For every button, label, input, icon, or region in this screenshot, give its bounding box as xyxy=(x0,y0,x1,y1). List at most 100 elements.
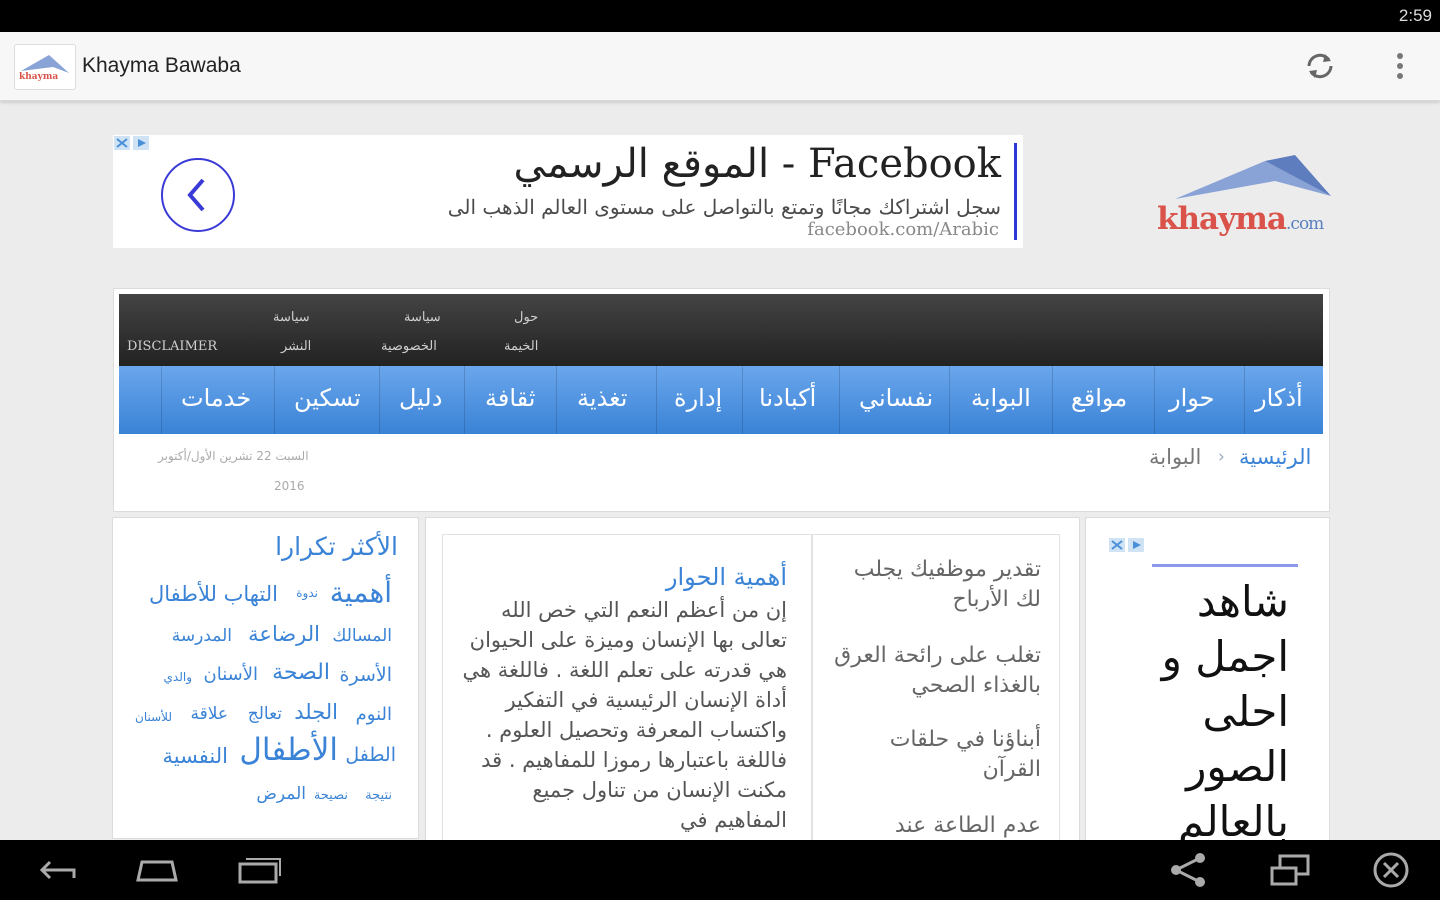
menu-item-nutrition[interactable]: تغذية xyxy=(577,384,627,412)
tag-link[interactable]: ندوة xyxy=(296,586,318,600)
list-item[interactable]: تقدير موظفيك يجلب لك الأرباح xyxy=(829,555,1041,615)
menu-item-management[interactable]: إدارة xyxy=(674,384,722,412)
breadcrumb-home[interactable]: الرئيسية xyxy=(1239,445,1311,469)
ad-arrow-button[interactable] xyxy=(161,158,235,232)
featured-article[interactable]: أهمية الحوار إن من أعظم النعم التي خص ال… xyxy=(442,534,812,840)
menu-separator xyxy=(1052,366,1053,434)
tag-link[interactable]: الرضاعة xyxy=(248,622,320,646)
menu-item-psych[interactable]: نفساني xyxy=(859,384,933,412)
home-icon[interactable] xyxy=(132,850,182,890)
menu-separator xyxy=(742,366,743,434)
list-item[interactable]: عدم الطاعة عند xyxy=(829,811,1041,840)
menu-item-akbaduna[interactable]: أكبادنا xyxy=(759,384,816,412)
tag-link[interactable]: الأطفال xyxy=(239,732,338,768)
top-link-publishing-line1[interactable]: سياسة xyxy=(273,310,310,325)
tag-link[interactable]: الطفل xyxy=(345,744,396,766)
site-header: حول الخيمة سياسة الخصوصية سياسة النشر DI… xyxy=(113,288,1330,512)
chevron-left-icon xyxy=(187,178,205,212)
tag-link[interactable]: تعالج xyxy=(248,704,282,724)
menu-item-culture[interactable]: ثقافة xyxy=(485,384,535,412)
menu-item-sedation[interactable]: تسكين xyxy=(294,384,361,412)
top-link-about-line2[interactable]: الخيمة xyxy=(504,339,538,354)
tag-link[interactable]: المسالك xyxy=(332,626,392,646)
back-icon[interactable] xyxy=(34,850,84,890)
ad-side-text[interactable]: شاهد اجمل و احلى الصور بالعالم xyxy=(1099,574,1289,840)
menu-separator xyxy=(1154,366,1155,434)
share-icon[interactable] xyxy=(1164,850,1214,890)
app-bar: khayma Khayma Bawaba xyxy=(0,32,1440,101)
web-content[interactable]: Facebook - الموقع الرسمي سجل اشتراكك مجا… xyxy=(0,101,1440,840)
menu-item-sites[interactable]: مواقع xyxy=(1071,384,1127,412)
menu-separator xyxy=(556,366,557,434)
screen-mirror-icon[interactable] xyxy=(1266,850,1316,890)
tag-link[interactable]: المدرسة xyxy=(172,626,232,646)
menu-item-portal[interactable]: البوابة xyxy=(971,384,1031,412)
list-item[interactable]: تغلب على رائحة العرق بالغذاء الصحي xyxy=(829,641,1041,701)
breadcrumb-separator: › xyxy=(1218,447,1225,467)
menu-separator xyxy=(161,366,162,434)
menu-separator xyxy=(464,366,465,434)
top-link-about-line1[interactable]: حول xyxy=(514,310,538,325)
khayma-logo[interactable]: khayma.com xyxy=(1155,151,1333,241)
ad-side[interactable]: شاهد اجمل و احلى الصور بالعالم xyxy=(1085,517,1330,840)
menu-item-guide[interactable]: دليل xyxy=(399,384,442,412)
overflow-menu-icon[interactable] xyxy=(1386,46,1414,86)
tag-link[interactable]: الأسرة xyxy=(340,664,392,686)
ad-side-accent xyxy=(1152,564,1298,567)
refresh-icon[interactable] xyxy=(1300,46,1340,86)
breadcrumb-current: البوابة xyxy=(1149,445,1202,469)
tag-link[interactable]: والدي xyxy=(164,670,192,684)
ad-description: سجل اشتراكك مجانًا وتمتع بالتواصل على مس… xyxy=(447,195,1001,219)
menu-item-dialogue[interactable]: حوار xyxy=(1169,384,1215,412)
most-repeated-title: الأكثر تكرارا xyxy=(275,532,398,561)
system-nav-bar xyxy=(0,840,1440,900)
tag-link[interactable]: الأسنان xyxy=(204,664,258,685)
tag-link[interactable]: أهمية xyxy=(330,576,392,609)
menu-separator xyxy=(1244,366,1245,434)
tent-logo-icon xyxy=(1175,155,1331,199)
list-item[interactable]: أبناؤنا في حلقات القرآن xyxy=(829,725,1041,785)
top-link-publishing-line2[interactable]: النشر xyxy=(281,339,311,354)
top-link-disclaimer[interactable]: DISCLAIMER xyxy=(127,339,217,354)
status-bar: 2:59 xyxy=(0,0,1440,32)
top-links-bar: حول الخيمة سياسة الخصوصية سياسة النشر DI… xyxy=(119,294,1323,366)
menu-separator xyxy=(949,366,950,434)
article-title[interactable]: أهمية الحوار xyxy=(666,563,787,591)
ad-url[interactable]: facebook.com/Arabic xyxy=(807,219,999,240)
menu-separator xyxy=(274,366,275,434)
menu-item-adhkar[interactable]: أذكار xyxy=(1255,384,1303,412)
top-link-privacy-line1[interactable]: سياسة xyxy=(404,310,441,325)
menu-separator xyxy=(379,366,380,434)
menu-item-services[interactable]: خدمات xyxy=(181,384,251,412)
ad-headline[interactable]: Facebook - الموقع الرسمي xyxy=(514,141,1001,187)
tag-link[interactable]: التهاب للأطفال xyxy=(149,582,278,606)
svg-text:khayma: khayma xyxy=(19,72,58,82)
ad-banner-facebook[interactable]: Facebook - الموقع الرسمي سجل اشتراكك مجا… xyxy=(113,135,1023,248)
status-time: 2:59 xyxy=(1398,6,1432,25)
recent-apps-icon[interactable] xyxy=(234,850,284,890)
adchoices-icon[interactable] xyxy=(1108,537,1146,553)
close-circle-icon[interactable] xyxy=(1366,850,1416,890)
app-title: Khayma Bawaba xyxy=(82,54,241,77)
tag-link[interactable]: الصحة xyxy=(272,660,330,685)
tag-link[interactable]: علاقة xyxy=(190,704,228,724)
top-link-privacy-line2[interactable]: الخصوصية xyxy=(381,339,437,354)
app-logo-icon: khayma xyxy=(14,44,76,90)
most-repeated-panel: الأكثر تكرارا أهمية ندوة التهاب للأطفال … xyxy=(112,517,419,839)
logo-suffix: .com xyxy=(1286,214,1324,234)
main-menu: أذكار حوار مواقع البوابة نفساني أكبادنا … xyxy=(119,366,1323,434)
tag-link[interactable]: النفسية xyxy=(162,744,228,768)
tag-link[interactable]: المرض xyxy=(256,784,306,804)
page-date: السبت 22 تشرين الأول/أكتوبر xyxy=(158,449,309,463)
logo-word: khayma xyxy=(1157,201,1287,237)
article-body: إن من أعظم النعم التي خص الله تعالى بها … xyxy=(462,598,787,832)
adchoices-icon[interactable] xyxy=(113,135,151,151)
tag-link[interactable]: نصيحة xyxy=(314,788,348,803)
tag-link[interactable]: النوم xyxy=(356,704,392,725)
menu-separator xyxy=(656,366,657,434)
page-date-year: 2016 xyxy=(274,479,305,493)
tag-link[interactable]: الجلد xyxy=(294,700,338,724)
tag-link[interactable]: للأسنان xyxy=(135,710,172,724)
article-list: تقدير موظفيك يجلب لك الأرباح تغلب على را… xyxy=(812,534,1060,840)
tag-link[interactable]: نتيجة xyxy=(365,788,392,803)
